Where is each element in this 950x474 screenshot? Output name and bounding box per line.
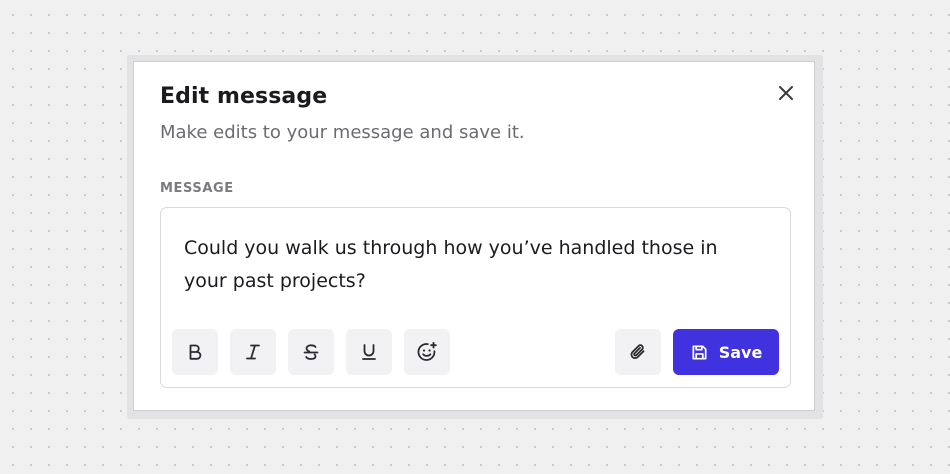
bold-icon	[189, 344, 202, 360]
dialog-subtitle: Make edits to your message and save it.	[160, 122, 525, 143]
save-button[interactable]: Save	[673, 329, 779, 375]
attach-button[interactable]	[615, 329, 661, 375]
emoji-add-icon	[417, 341, 437, 361]
strikethrough-button[interactable]	[288, 329, 334, 375]
bold-button[interactable]	[172, 329, 218, 375]
message-field-label: MESSAGE	[160, 181, 234, 196]
paperclip-icon	[630, 344, 645, 360]
save-button-label: Save	[718, 342, 763, 362]
message-editor: Could you walk us through how you’ve han…	[160, 207, 791, 388]
emoji-button[interactable]	[404, 329, 450, 375]
strikethrough-icon	[303, 344, 319, 360]
underline-button[interactable]	[346, 329, 392, 375]
underline-icon	[362, 344, 376, 360]
floppy-disk-icon	[692, 344, 707, 360]
italic-button[interactable]	[230, 329, 276, 375]
dialog-title: Edit message	[160, 84, 328, 109]
italic-icon	[246, 344, 260, 360]
close-button[interactable]	[774, 81, 798, 105]
edit-message-dialog: Edit message Make edits to your message …	[133, 61, 815, 411]
close-icon	[779, 86, 793, 100]
message-textarea[interactable]: Could you walk us through how you’ve han…	[184, 232, 764, 298]
